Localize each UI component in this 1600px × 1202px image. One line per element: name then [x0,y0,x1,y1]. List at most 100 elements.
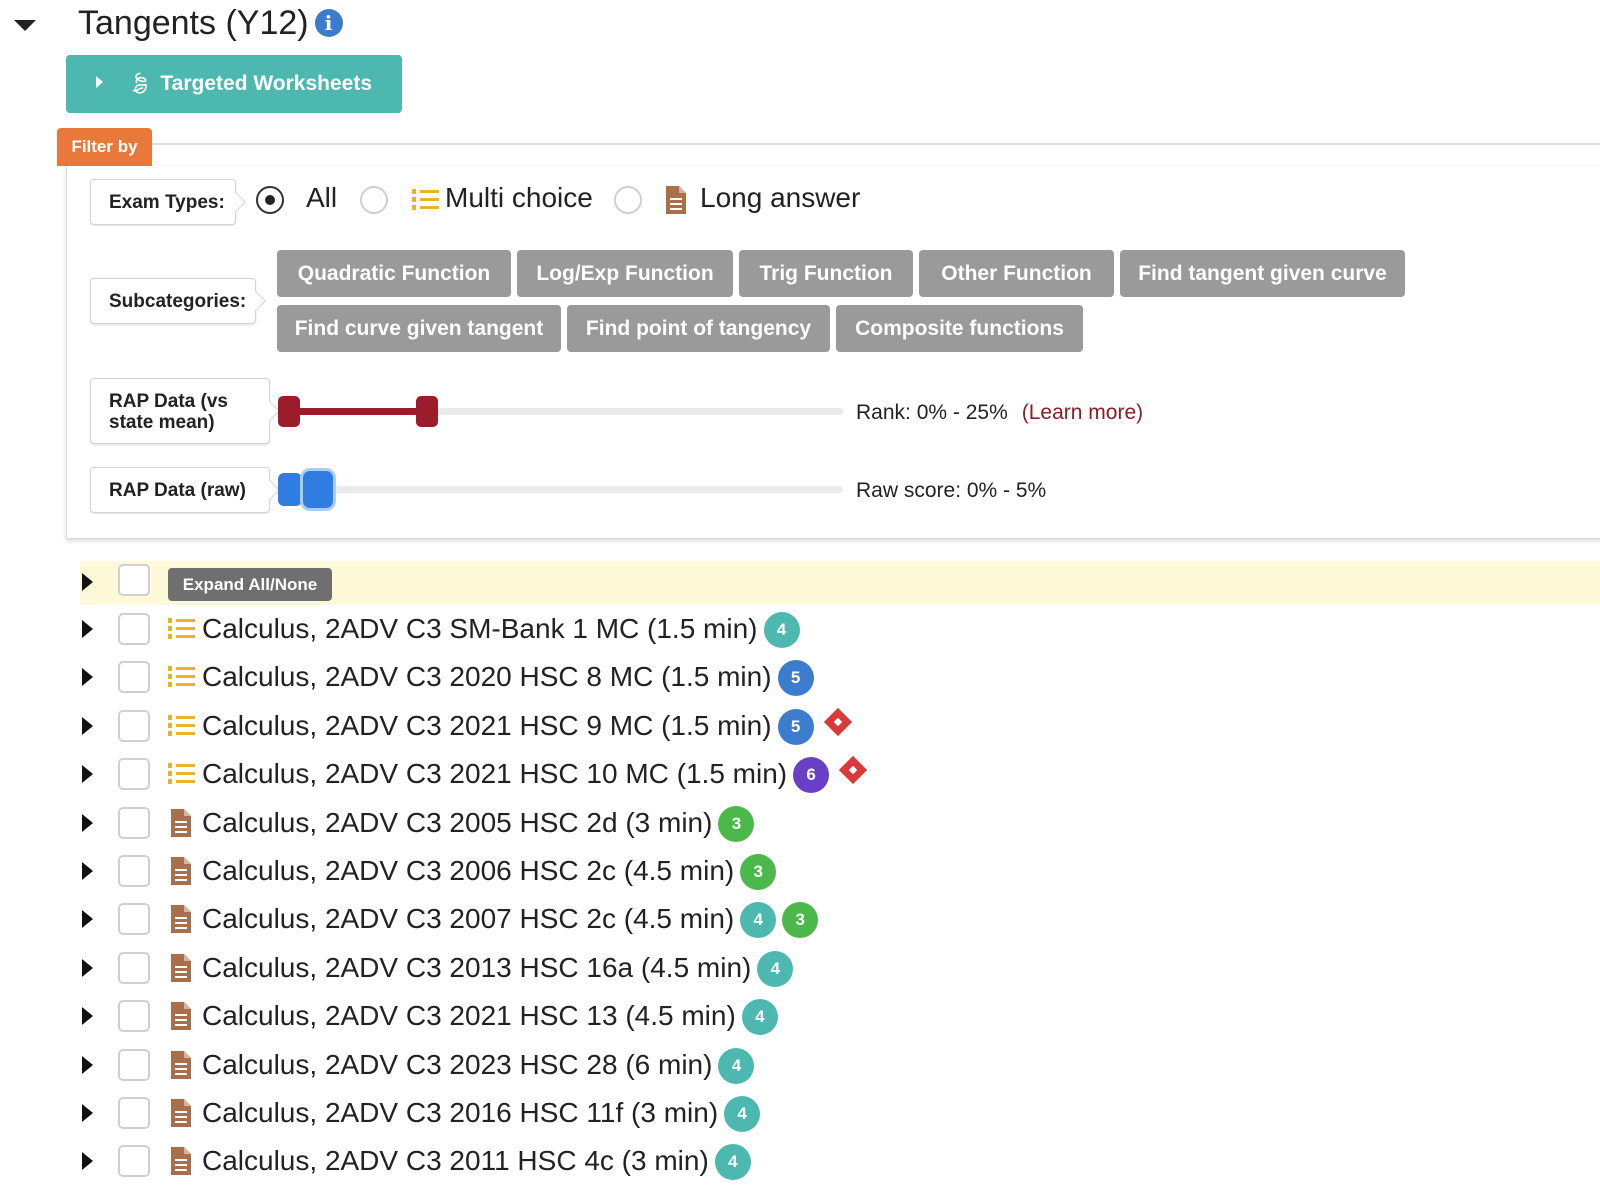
collapse-caret-icon[interactable] [14,20,36,31]
row-checkbox[interactable] [118,661,150,693]
rap-mean-rank-text: Rank: 0% - 25% [856,401,1008,424]
rap-mean-value-text: Rank: 0% - 25% (Learn more) [856,401,1143,425]
radio-long-answer[interactable] [614,186,642,214]
row-checkbox[interactable] [118,613,150,645]
row-expand-caret-icon[interactable] [82,717,93,735]
multichoice-list-icon [166,760,196,793]
row-checkbox[interactable] [118,855,150,887]
difficulty-badge: 4 [714,1144,751,1180]
question-title[interactable]: Calculus, 2ADV C3 2011 HSC 4c (3 min) [202,1145,709,1176]
chip-find-tangent-given-curve[interactable]: Find tangent given curve [1120,250,1405,297]
multichoice-list-icon [166,615,196,648]
targeted-worksheets-button[interactable]: 🍃︎ Targeted Worksheets [66,55,402,113]
row-checkbox[interactable] [118,710,150,742]
row-expand-caret-icon[interactable] [82,1152,93,1170]
rap-raw-slider-track[interactable] [289,486,843,493]
row-checkbox[interactable] [118,807,150,839]
chip-trig-function[interactable]: Trig Function [739,250,913,297]
radio-all[interactable] [256,186,284,214]
question-item[interactable]: Calculus, 2ADV C3 2023 HSC 28 (6 min) 4 [202,1048,755,1084]
multichoice-list-icon [412,189,439,210]
radio-all-label[interactable]: All [306,182,337,214]
difficulty-badge: 3 [782,902,819,938]
question-item[interactable]: Calculus, 2ADV C3 2016 HSC 11f (3 min) 4 [202,1096,761,1132]
question-item[interactable]: Calculus, 2ADV C3 2021 HSC 13 (4.5 min) 4 [202,999,778,1035]
chip-find-curve-given-tangent[interactable]: Find curve given tangent [277,305,561,352]
question-title[interactable]: Calculus, 2ADV C3 2021 HSC 10 MC (1.5 mi… [202,758,787,789]
subcategories-label: Subcategories: [90,278,256,324]
row-checkbox[interactable] [118,903,150,935]
row-expand-caret-icon[interactable] [82,959,93,977]
row-expand-caret-icon[interactable] [82,814,93,832]
rap-mean-slider-range [289,408,427,415]
expand-all-none-button[interactable]: Expand All/None [168,568,332,601]
question-title[interactable]: Calculus, 2ADV C3 2021 HSC 13 (4.5 min) [202,1000,736,1031]
leaf-icon: 🍃︎ [127,73,153,95]
multichoice-list-icon [166,712,196,745]
expand-all-caret-icon[interactable] [82,573,93,591]
row-expand-caret-icon[interactable] [82,668,93,686]
question-item[interactable]: Calculus, 2ADV C3 SM-Bank 1 MC (1.5 min)… [202,612,800,648]
rap-raw-value-text: Raw score: 0% - 5% [856,479,1047,502]
question-title[interactable]: Calculus, 2ADV C3 2016 HSC 11f (3 min) [202,1097,718,1128]
difficulty-badge: 3 [740,854,777,890]
row-expand-caret-icon[interactable] [82,1056,93,1074]
question-item[interactable]: Calculus, 2ADV C3 2007 HSC 2c (4.5 min) 4… [202,902,819,938]
question-title[interactable]: Calculus, 2ADV C3 2007 HSC 2c (4.5 min) [202,903,734,934]
question-title[interactable]: Calculus, 2ADV C3 SM-Bank 1 MC (1.5 min) [202,613,758,644]
rap-raw-label: RAP Data (raw) [90,467,270,513]
row-expand-caret-icon[interactable] [82,1104,93,1122]
rap-raw-max-handle[interactable] [303,471,333,508]
rap-raw-min-handle[interactable] [278,473,302,506]
question-item[interactable]: Calculus, 2ADV C3 2005 HSC 2d (3 min) 3 [202,806,755,842]
page-title: Tangents (Y12) i [78,4,343,43]
rap-mean-max-handle[interactable] [416,396,438,427]
chip-log-exp-function[interactable]: Log/Exp Function [517,250,733,297]
row-checkbox[interactable] [118,1145,150,1177]
row-checkbox[interactable] [118,1000,150,1032]
question-title[interactable]: Calculus, 2ADV C3 2013 HSC 16a (4.5 min) [202,952,751,983]
question-title[interactable]: Calculus, 2ADV C3 2005 HSC 2d (3 min) [202,807,712,838]
rap-mean-min-handle[interactable] [278,396,300,427]
rap-mean-label: RAP Data (vs state mean) [90,378,270,444]
row-expand-caret-icon[interactable] [82,862,93,880]
chip-quadratic-function[interactable]: Quadratic Function [277,250,511,297]
difficulty-badge: 4 [741,999,778,1035]
document-icon [169,1146,193,1181]
chip-find-point-of-tangency[interactable]: Find point of tangency [567,305,830,352]
question-item[interactable]: Calculus, 2ADV C3 2011 HSC 4c (3 min) 4 [202,1144,751,1180]
question-item[interactable]: Calculus, 2ADV C3 2021 HSC 9 MC (1.5 min… [202,707,852,745]
row-expand-caret-icon[interactable] [82,620,93,638]
row-checkbox[interactable] [118,758,150,790]
learn-more-link[interactable]: (Learn more) [1022,401,1143,424]
question-title[interactable]: Calculus, 2ADV C3 2020 HSC 8 MC (1.5 min… [202,661,772,692]
document-icon [666,186,686,214]
question-item[interactable]: Calculus, 2ADV C3 2021 HSC 10 MC (1.5 mi… [202,755,868,793]
question-title[interactable]: Calculus, 2ADV C3 2021 HSC 9 MC (1.5 min… [202,710,772,741]
radio-multi-choice[interactable] [360,186,388,214]
row-expand-caret-icon[interactable] [82,910,93,928]
question-title[interactable]: Calculus, 2ADV C3 2023 HSC 28 (6 min) [202,1049,712,1080]
row-expand-caret-icon[interactable] [82,765,93,783]
filter-by-tag: Filter by [57,128,152,166]
row-checkbox[interactable] [118,952,150,984]
select-all-checkbox[interactable] [118,564,150,596]
chip-other-function[interactable]: Other Function [919,250,1114,297]
row-expand-caret-icon[interactable] [82,1007,93,1025]
question-title[interactable]: Calculus, 2ADV C3 2006 HSC 2c (4.5 min) [202,855,734,886]
difficulty-badge: 4 [724,1096,761,1132]
difficulty-badge: 3 [718,806,755,842]
question-item[interactable]: Calculus, 2ADV C3 2006 HSC 2c (4.5 min) 3 [202,854,777,890]
row-checkbox[interactable] [118,1097,150,1129]
info-icon[interactable]: i [314,9,343,37]
flag-diamond-icon [838,755,868,785]
difficulty-badge: 4 [763,612,800,648]
question-item[interactable]: Calculus, 2ADV C3 2020 HSC 8 MC (1.5 min… [202,660,814,696]
multichoice-list-icon [166,663,196,696]
radio-multi-choice-label[interactable]: Multi choice [445,182,593,214]
question-item[interactable]: Calculus, 2ADV C3 2013 HSC 16a (4.5 min)… [202,951,794,987]
row-checkbox[interactable] [118,1049,150,1081]
chip-composite-functions[interactable]: Composite functions [836,305,1083,352]
exam-types-label: Exam Types: [90,179,236,225]
radio-long-answer-label[interactable]: Long answer [700,182,860,214]
